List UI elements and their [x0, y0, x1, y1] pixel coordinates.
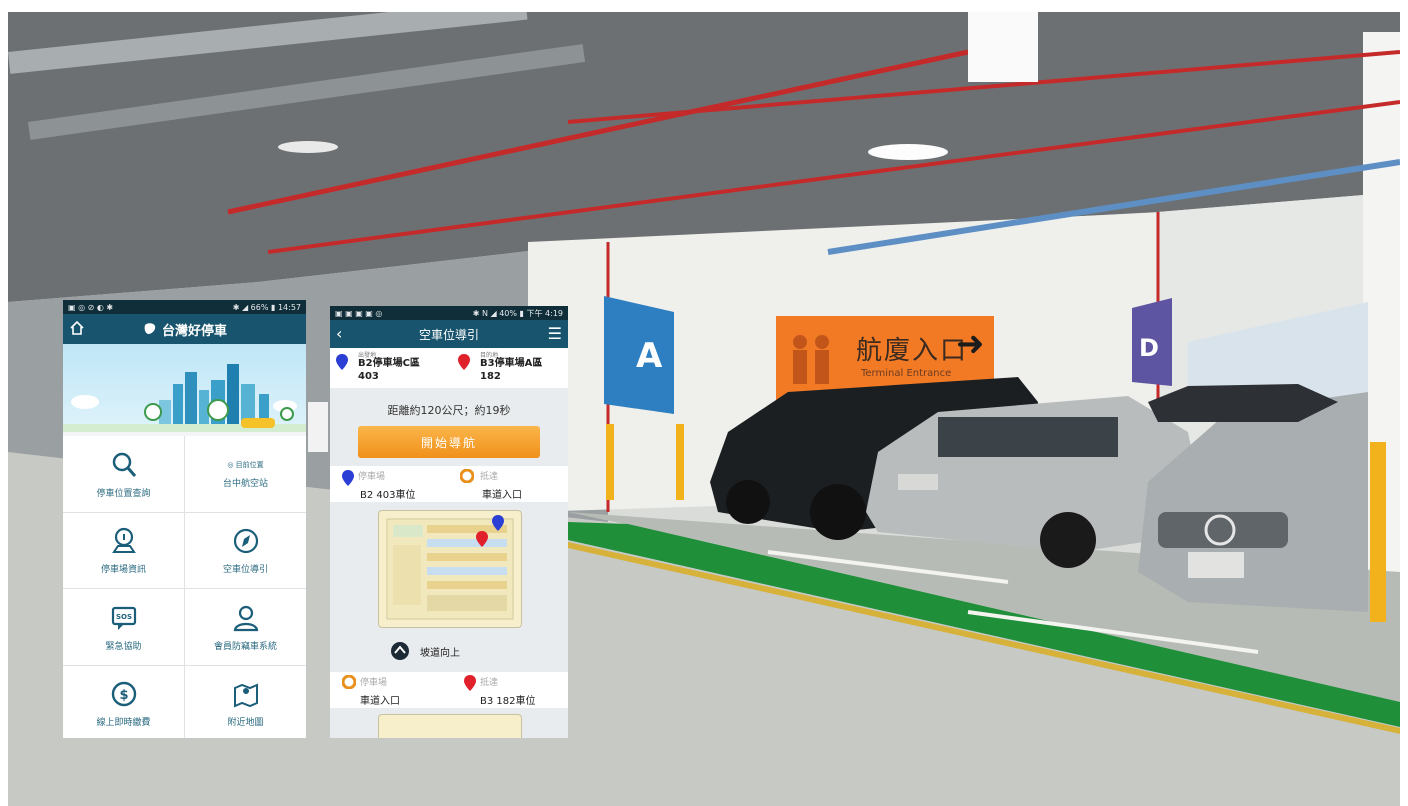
tile-online-payment[interactable]: $ 線上即時繳費 — [63, 666, 184, 738]
pedestrian-figure — [815, 335, 829, 349]
step-to-label: 抵達 — [480, 472, 499, 482]
floor-map[interactable] — [378, 714, 522, 738]
red-pin-icon — [464, 675, 476, 691]
arrow-right-icon: ➜ — [956, 324, 985, 364]
blue-pin-icon — [342, 470, 354, 486]
tile-parking-location-search[interactable]: 停車位置查詢 — [63, 436, 184, 512]
zone-a-label: A — [636, 336, 663, 376]
tile-label: 停車場資訊 — [100, 565, 146, 575]
parking-info-icon — [111, 527, 136, 553]
floor-plan-image — [386, 515, 514, 620]
wall-guard — [1370, 442, 1386, 622]
tile-emergency-help[interactable]: SOS 緊急協助 — [63, 589, 184, 665]
parked-car — [308, 402, 328, 452]
tile-anti-theft-system[interactable]: 會員防竊車系統 — [185, 589, 306, 665]
status-icons-left: ▣ ◎ ⊘ ◐ ✱ — [68, 302, 114, 312]
start-navigation-button[interactable]: 開始導航 — [358, 426, 540, 458]
wheel — [1040, 512, 1096, 568]
app-title: 台灣好停車 — [142, 320, 227, 339]
tile-current-location[interactable]: ◎ 目前位置 台中航空站 — [185, 436, 306, 512]
tile-label: 台中航空站 — [222, 478, 268, 489]
license-plate — [1188, 552, 1244, 578]
screen-title: 空車位導引 — [418, 327, 479, 342]
status-bar: ▣ ▣ ▣ ▣ ◎ ✱ N ◢ 40% ▮ 下午 4:19 — [330, 306, 568, 320]
svg-text:$: $ — [119, 688, 128, 703]
distance-text: 距離約120公尺；約19秒 — [387, 404, 511, 417]
feature-grid: 停車位置查詢 ◎ 目前位置 台中航空站 停車場資訊 空車位導引 SOS 緊急協助… — [63, 436, 306, 738]
tile-label: 線上即時繳費 — [96, 718, 151, 728]
floor-map[interactable] — [378, 510, 522, 628]
orange-target-icon — [460, 469, 474, 483]
search-icon — [112, 452, 136, 477]
compass-icon — [233, 528, 258, 554]
ceiling-light — [868, 144, 948, 160]
city-skyline-illustration — [63, 364, 306, 432]
ramp-up-icon — [391, 642, 409, 660]
zone-d-label: D — [1139, 334, 1159, 362]
destination-line1: B3停車場A區 — [480, 358, 543, 369]
step-from-label: 停車場 — [360, 678, 388, 688]
tile-vacancy-guidance[interactable]: 空車位導引 — [185, 513, 306, 588]
terminal-entrance-label: 航廈入口 — [856, 336, 969, 366]
status-icons-left: ▣ ▣ ▣ ▣ ◎ — [335, 308, 383, 318]
blue-pin-icon — [336, 354, 348, 370]
home-icon[interactable] — [69, 320, 85, 336]
terminal-entrance-en-label: Terminal Entrance — [861, 368, 952, 379]
app-bar: ‹ 空車位導引 ☰ — [330, 320, 568, 348]
car-window — [938, 417, 1118, 457]
ceiling-light — [968, 12, 1038, 82]
city-banner — [63, 344, 306, 432]
orange-target-icon — [342, 675, 356, 689]
step-from-label: 停車場 — [358, 472, 386, 482]
license-plate — [898, 474, 938, 490]
route-step: 停車場 車道入口 抵達 B3 182車位 — [330, 672, 568, 708]
pedestrian-figure — [793, 335, 807, 349]
status-bar: ▣ ◎ ⊘ ◐ ✱ ✱ ◢ 66% ▮ 14:57 — [63, 300, 306, 314]
tile-parking-info[interactable]: 停車場資訊 — [63, 513, 184, 588]
wall-guard — [606, 424, 614, 500]
pedestrian-figure — [815, 350, 829, 384]
tile-label: 停車位置查詢 — [96, 488, 151, 499]
destination-line2: 182 — [480, 371, 501, 382]
origin-line1: B2停車場C區 — [358, 358, 420, 369]
ramp-text: 坡道向上 — [420, 647, 460, 659]
tile-label: 附近地圖 — [227, 718, 264, 728]
step-from-value: B2 403車位 — [360, 490, 416, 501]
sos-icon: SOS — [111, 606, 136, 630]
tile-label: 空車位導引 — [222, 565, 268, 575]
taiwan-logo-icon — [144, 323, 156, 334]
wheel — [726, 480, 770, 524]
tile-nearby-map[interactable]: 附近地圖 — [185, 666, 306, 738]
pedestrian-figure — [793, 350, 807, 384]
status-icons-right: ✱ ◢ 66% ▮ 14:57 — [232, 302, 301, 312]
status-icons-right: ✱ N ◢ 40% ▮ 下午 4:19 — [472, 308, 563, 318]
ramp-instruction: 坡道向上 — [390, 640, 530, 662]
tile-label: 會員防竊車系統 — [213, 641, 277, 652]
svg-text:SOS: SOS — [115, 613, 131, 621]
menu-icon[interactable]: ☰ — [548, 324, 562, 343]
red-pin-icon — [458, 354, 470, 370]
app-title-text: 台灣好停車 — [161, 323, 227, 339]
back-chevron-icon[interactable]: ‹ — [336, 324, 342, 343]
wall-guard — [676, 424, 684, 500]
step-to-value: B3 182車位 — [480, 696, 536, 707]
step-to-value: 車道入口 — [482, 490, 522, 501]
route-step: 停車場 B2 403車位 抵達 車道入口 — [330, 466, 568, 502]
app-bar: 台灣好停車 — [63, 314, 306, 344]
parking-app-home-screenshot: ▣ ◎ ⊘ ◐ ✱ ✱ ◢ 66% ▮ 14:57 台灣好停車 停車位置查詢 ◎… — [63, 300, 306, 738]
tile-label: 緊急協助 — [105, 641, 142, 652]
tile-sub-label: ◎ 目前位置 — [227, 460, 264, 469]
user-icon — [233, 605, 258, 631]
wheel — [810, 484, 866, 540]
step-from-value: 車道入口 — [360, 696, 400, 707]
origin-line2: 403 — [358, 371, 379, 382]
dollar-icon: $ — [111, 681, 136, 707]
vacancy-guidance-screenshot: ▣ ▣ ▣ ▣ ◎ ✱ N ◢ 40% ▮ 下午 4:19 ‹ 空車位導引 ☰ … — [330, 306, 568, 738]
map-icon — [233, 683, 258, 708]
ceiling-light — [278, 141, 338, 153]
step-to-label: 抵達 — [480, 678, 499, 688]
route-summary: 出發地 B2停車場C區 403 目的地 B3停車場A區 182 — [330, 348, 568, 388]
